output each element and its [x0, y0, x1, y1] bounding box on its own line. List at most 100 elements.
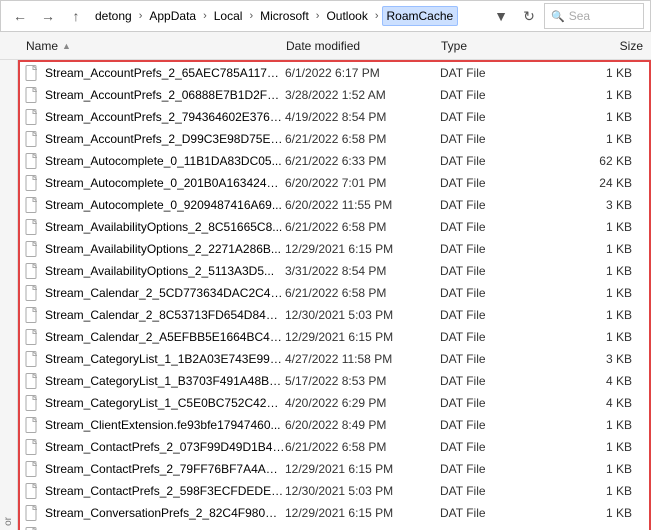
table-row[interactable]: Stream_AvailabilityOptions_2_8C51665C8..…	[20, 216, 649, 238]
file-modified: 6/1/2022 6:17 PM	[285, 66, 440, 80]
table-row[interactable]: Stream_Calendar_2_A5EFBB5E1664BC48B...12…	[20, 326, 649, 348]
file-size: 3 KB	[520, 198, 644, 212]
file-modified: 6/21/2022 6:58 PM	[285, 220, 440, 234]
file-name: Stream_Calendar_2_A5EFBB5E1664BC48B...	[45, 330, 285, 344]
refresh-button[interactable]: ↻	[516, 3, 542, 29]
file-icon	[25, 351, 41, 367]
file-size: 1 KB	[520, 308, 644, 322]
table-row[interactable]: Stream_CategoryList_1_1B2A03E743E9904...…	[20, 348, 649, 370]
file-name: Stream_CategoryList_1_C5E0BC752C42D7...	[45, 396, 285, 410]
table-row[interactable]: Stream_AccountPrefs_2_06888E7B1D2F45...3…	[20, 84, 649, 106]
file-icon	[25, 131, 41, 147]
back-button[interactable]: ←	[7, 3, 33, 29]
file-type: DAT File	[440, 242, 520, 256]
breadcrumb-microsoft[interactable]: Microsoft	[256, 7, 313, 25]
col-header-name[interactable]: Name ▲	[22, 39, 282, 53]
file-icon	[25, 65, 41, 81]
file-icon	[25, 263, 41, 279]
table-row[interactable]: Stream_Calendar_2_5CD773634DAC2C49...6/2…	[20, 282, 649, 304]
file-icon	[25, 395, 41, 411]
col-header-type[interactable]: Type	[437, 39, 517, 53]
file-modified: 3/28/2022 1:52 AM	[285, 88, 440, 102]
breadcrumb-detong[interactable]: detong	[91, 7, 136, 25]
search-icon: 🔍	[551, 10, 565, 23]
file-icon	[25, 219, 41, 235]
file-size: 4 KB	[520, 396, 644, 410]
search-placeholder: Sea	[569, 9, 590, 23]
table-row[interactable]: Stream_CategoryList_1_C5E0BC752C42D7...4…	[20, 392, 649, 414]
col-header-modified[interactable]: Date modified	[282, 39, 437, 53]
file-type: DAT File	[440, 462, 520, 476]
breadcrumb-appdata[interactable]: AppData	[145, 7, 200, 25]
file-name: Stream_AccountPrefs_2_D99C3E98D75E3...	[45, 132, 285, 146]
file-icon	[25, 241, 41, 257]
table-row[interactable]: Stream_ContactPrefs_2_79FF76BF7A4AED...1…	[20, 458, 649, 480]
dropdown-button[interactable]: ▼	[488, 3, 514, 29]
file-modified: 12/30/2021 5:03 PM	[285, 484, 440, 498]
file-size: 1 KB	[520, 484, 644, 498]
search-box[interactable]: 🔍 Sea	[544, 3, 644, 29]
file-size: 1 KB	[520, 220, 644, 234]
file-type: DAT File	[440, 154, 520, 168]
col-header-size[interactable]: Size	[517, 39, 647, 53]
table-row[interactable]: Stream_Calendar_2_8C53713FD654D84BB...12…	[20, 304, 649, 326]
file-size: 1 KB	[520, 242, 644, 256]
table-row[interactable]: Stream_Autocomplete_0_9209487416A69...6/…	[20, 194, 649, 216]
table-row[interactable]: Stream_AccountPrefs_2_65AEC785A117C...6/…	[20, 62, 649, 84]
file-icon	[25, 373, 41, 389]
table-row[interactable]: Stream_AvailabilityOptions_2_2271A286B..…	[20, 238, 649, 260]
left-panel: or	[0, 60, 18, 530]
up-button[interactable]: ↑	[63, 3, 89, 29]
file-modified: 6/21/2022 6:33 PM	[285, 154, 440, 168]
file-icon	[25, 109, 41, 125]
file-icon	[25, 285, 41, 301]
file-name: Stream_AvailabilityOptions_2_5113A3D5...	[45, 264, 285, 278]
file-name: Stream_Autocomplete_0_9209487416A69...	[45, 198, 285, 212]
file-name: Stream_CategoryList_1_1B2A03E743E9904...	[45, 352, 285, 366]
table-row[interactable]: Stream_ConversationPrefs_2_801438CAB...1…	[20, 524, 649, 530]
file-icon	[25, 87, 41, 103]
table-row[interactable]: Stream_ConversationPrefs_2_82C4F980B0...…	[20, 502, 649, 524]
file-icon	[25, 505, 41, 521]
file-size: 1 KB	[520, 110, 644, 124]
table-row[interactable]: Stream_Autocomplete_0_201B0A16342400...6…	[20, 172, 649, 194]
file-modified: 12/29/2021 6:15 PM	[285, 462, 440, 476]
file-icon	[25, 417, 41, 433]
file-name: Stream_AvailabilityOptions_2_8C51665C8..…	[45, 220, 285, 234]
file-name: Stream_ContactPrefs_2_073F99D49D1B45...	[45, 440, 285, 454]
forward-button[interactable]: →	[35, 3, 61, 29]
file-modified: 4/27/2022 11:58 PM	[285, 352, 440, 366]
file-name: Stream_AvailabilityOptions_2_2271A286B..…	[45, 242, 285, 256]
address-bar: ← → ↑ detong › AppData › Local › Microso…	[0, 0, 651, 32]
file-type: DAT File	[440, 440, 520, 454]
table-row[interactable]: Stream_ContactPrefs_2_598F3ECFDEDEC...12…	[20, 480, 649, 502]
file-name: Stream_ClientExtension.fe93bfe17947460..…	[45, 418, 285, 432]
file-modified: 4/20/2022 6:29 PM	[285, 396, 440, 410]
table-row[interactable]: Stream_AccountPrefs_2_794364602E376C...4…	[20, 106, 649, 128]
column-headers: Name ▲ Date modified Type Size	[0, 32, 651, 60]
file-size: 1 KB	[520, 506, 644, 520]
table-row[interactable]: Stream_ContactPrefs_2_073F99D49D1B45...6…	[20, 436, 649, 458]
table-row[interactable]: Stream_AccountPrefs_2_D99C3E98D75E3...6/…	[20, 128, 649, 150]
file-type: DAT File	[440, 418, 520, 432]
file-name: Stream_CategoryList_1_B3703F491A48B8...	[45, 374, 285, 388]
file-type: DAT File	[440, 308, 520, 322]
file-icon	[25, 175, 41, 191]
table-row[interactable]: Stream_CategoryList_1_B3703F491A48B8...5…	[20, 370, 649, 392]
file-name: Stream_ContactPrefs_2_598F3ECFDEDEC...	[45, 484, 285, 498]
file-size: 3 KB	[520, 352, 644, 366]
file-size: 1 KB	[520, 286, 644, 300]
file-icon	[25, 439, 41, 455]
file-list: Stream_AccountPrefs_2_65AEC785A117C...6/…	[18, 60, 651, 530]
table-row[interactable]: Stream_Autocomplete_0_11B1DA83DC05...6/2…	[20, 150, 649, 172]
breadcrumb-local[interactable]: Local	[210, 7, 247, 25]
breadcrumb-roamcache[interactable]: RoamCache	[382, 6, 459, 26]
table-row[interactable]: Stream_ClientExtension.fe93bfe17947460..…	[20, 414, 649, 436]
file-size: 24 KB	[520, 176, 644, 190]
file-name: Stream_ContactPrefs_2_79FF76BF7A4AED...	[45, 462, 285, 476]
breadcrumb-outlook[interactable]: Outlook	[322, 7, 371, 25]
file-type: DAT File	[440, 132, 520, 146]
table-row[interactable]: Stream_AvailabilityOptions_2_5113A3D5...…	[20, 260, 649, 282]
file-size: 1 KB	[520, 66, 644, 80]
file-name: Stream_Calendar_2_8C53713FD654D84BB...	[45, 308, 285, 322]
